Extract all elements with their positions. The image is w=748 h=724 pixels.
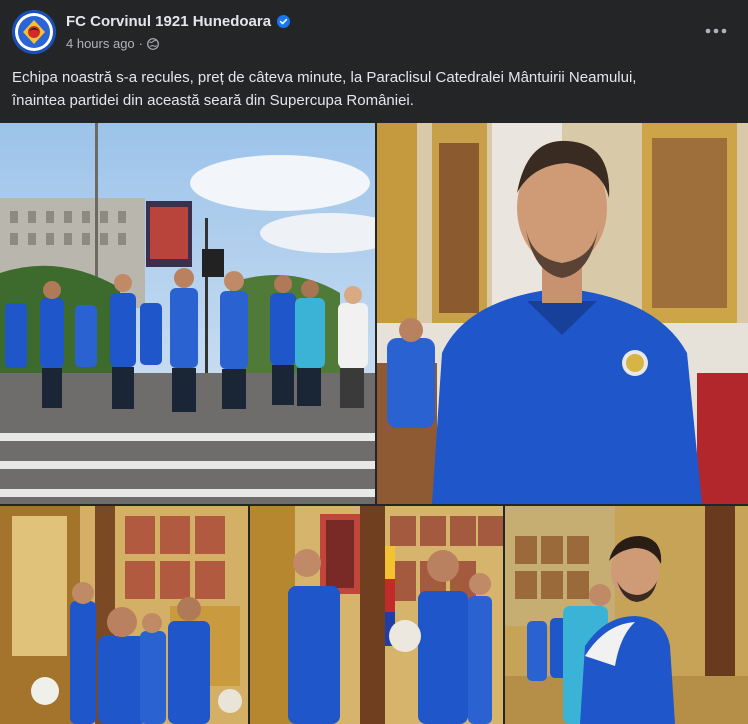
page-name-link[interactable]: FC Corvinul 1921 Hunedoara: [66, 13, 271, 30]
verified-badge-icon: [277, 15, 291, 28]
page-name-row: FC Corvinul 1921 Hunedoara: [66, 13, 291, 30]
photo-players-icons[interactable]: [250, 506, 503, 724]
photo-team-walking[interactable]: [0, 123, 375, 504]
post-timestamp[interactable]: 4 hours ago: [66, 36, 135, 51]
photo-player-closeup[interactable]: [377, 123, 748, 504]
photo-group-iconostasis[interactable]: [0, 506, 248, 724]
globe-icon[interactable]: [147, 37, 159, 50]
meta-separator: ·: [138, 36, 144, 51]
page-avatar[interactable]: [12, 10, 56, 54]
post-meta: 4 hours ago ·: [66, 36, 159, 51]
more-options-button[interactable]: [698, 16, 734, 46]
caption-line-2: înaintea partidei din această seară din …: [12, 92, 414, 109]
post-header: FC Corvinul 1921 Hunedoara 4 hours ago ·: [12, 10, 736, 56]
facebook-post: FC Corvinul 1921 Hunedoara 4 hours ago ·: [0, 0, 748, 724]
caption-line-1: Echipa noastră s-a recules, preț de câte…: [12, 69, 637, 86]
more-options-icon: [705, 28, 727, 34]
photo-player-profile[interactable]: [505, 506, 748, 724]
post-caption: Echipa noastră s-a recules, preț de câte…: [12, 66, 738, 112]
